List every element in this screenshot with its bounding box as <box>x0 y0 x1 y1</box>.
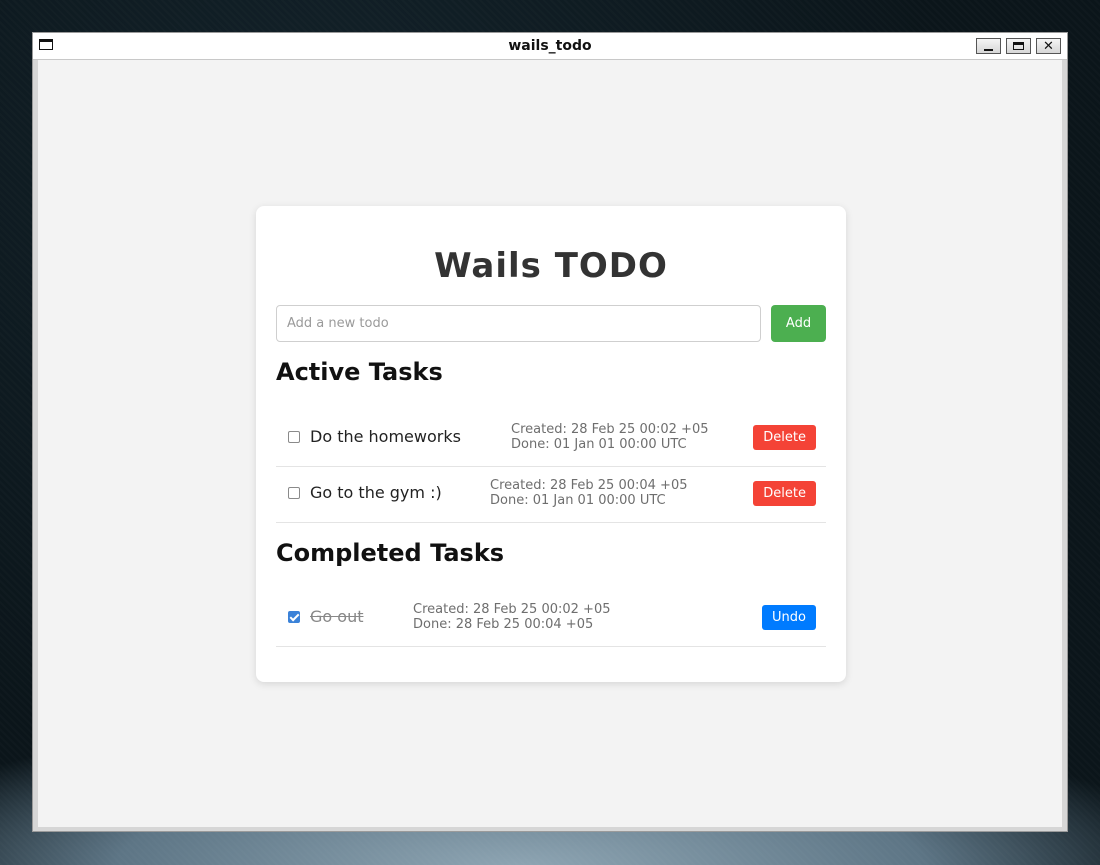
minimize-button[interactable] <box>976 38 1001 54</box>
active-task-row: Go to the gym :) Created: 28 Feb 25 00:0… <box>276 466 826 523</box>
undo-button[interactable]: Undo <box>762 605 816 630</box>
page-title: Wails TODO <box>434 246 668 286</box>
task-text: Go to the gym :) <box>310 483 442 502</box>
task-done: Done: 28 Feb 25 00:04 +05 <box>413 617 594 632</box>
new-todo-input[interactable] <box>276 305 761 342</box>
active-task-row: Do the homeworks Created: 28 Feb 25 00:0… <box>276 410 826 467</box>
checkbox-icon[interactable] <box>288 487 300 499</box>
active-tasks-heading: Active Tasks <box>276 358 443 386</box>
completed-tasks-heading: Completed Tasks <box>276 539 505 567</box>
close-button[interactable]: ✕ <box>1036 38 1061 54</box>
app-window: wails_todo ✕ Wails TODO Add Active Tasks… <box>32 32 1068 832</box>
todo-card: Wails TODO Add Active Tasks Do the homew… <box>256 206 846 682</box>
task-text: Go out <box>310 607 364 626</box>
task-done: Done: 01 Jan 01 00:00 UTC <box>511 437 687 452</box>
task-created: Created: 28 Feb 25 00:04 +05 <box>490 478 688 493</box>
checkbox-checked-icon[interactable] <box>288 611 300 623</box>
minimize-icon <box>984 48 993 51</box>
close-icon: ✕ <box>1043 38 1054 54</box>
task-dates: Created: 28 Feb 25 00:02 +05 Done: 01 Ja… <box>511 422 709 452</box>
task-text: Do the homeworks <box>310 427 461 446</box>
window-title: wails_todo <box>508 38 592 54</box>
add-button[interactable]: Add <box>771 305 826 342</box>
title-bar[interactable]: wails_todo ✕ <box>33 33 1067 60</box>
maximize-icon <box>1013 42 1024 50</box>
task-done: Done: 01 Jan 01 00:00 UTC <box>490 493 666 508</box>
delete-button[interactable]: Delete <box>753 425 816 450</box>
task-created: Created: 28 Feb 25 00:02 +05 <box>511 422 709 437</box>
completed-task-row: Go out Created: 28 Feb 25 00:02 +05 Done… <box>276 590 826 647</box>
task-dates: Created: 28 Feb 25 00:02 +05 Done: 28 Fe… <box>413 602 611 632</box>
maximize-button[interactable] <box>1006 38 1031 54</box>
checkbox-icon[interactable] <box>288 431 300 443</box>
task-dates: Created: 28 Feb 25 00:04 +05 Done: 01 Ja… <box>490 478 688 508</box>
app-content: Wails TODO Add Active Tasks Do the homew… <box>38 60 1062 827</box>
delete-button[interactable]: Delete <box>753 481 816 506</box>
task-created: Created: 28 Feb 25 00:02 +05 <box>413 602 611 617</box>
